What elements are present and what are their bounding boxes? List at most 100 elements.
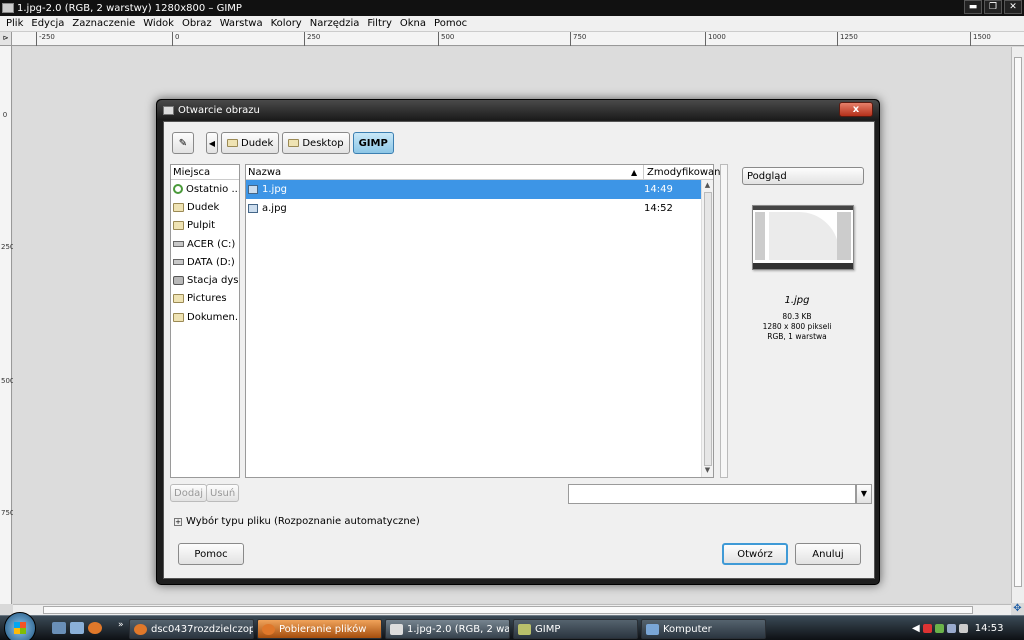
network-drive-icon [173, 276, 184, 286]
thumbnail-part [769, 212, 839, 260]
menu-widok[interactable]: Widok [143, 18, 174, 29]
volume-icon[interactable] [958, 624, 968, 633]
menu-plik[interactable]: Plik [6, 18, 23, 29]
preview-mode: RGB, 1 warstwa [767, 332, 827, 341]
place-acer-c[interactable]: ACER (C:) [171, 235, 239, 253]
tray-expand-icon[interactable]: ◀ [912, 623, 920, 634]
arrow-left-icon: ◀ [208, 138, 216, 148]
folder-icon [227, 139, 238, 147]
ruler-tick: -250 [36, 32, 55, 46]
menu-zaznaczenie[interactable]: Zaznaczenie [72, 18, 135, 29]
open-button[interactable]: Otwórz [722, 543, 788, 565]
preview-toggle-button[interactable]: Podgląd [742, 167, 864, 185]
ruler-tick: 250 [304, 32, 320, 46]
ruler-tick: 250 [1, 243, 15, 251]
task-dsc0437[interactable]: dsc0437rozdzielczop... [129, 619, 254, 639]
place-dudek[interactable]: Dudek [171, 198, 239, 216]
menu-okna[interactable]: Okna [400, 18, 426, 29]
filename-input[interactable] [568, 484, 856, 504]
folder-icon [173, 294, 184, 304]
switch-windows-icon[interactable] [70, 622, 84, 634]
task-downloads[interactable]: Pobieranie plików [257, 619, 382, 639]
file-name: a.jpg [262, 203, 287, 214]
more-quicklaunch-icon[interactable]: » [118, 620, 124, 630]
menu-edycja[interactable]: Edycja [31, 18, 64, 29]
network-icon[interactable] [946, 624, 956, 633]
vertical-scrollbar[interactable] [1011, 47, 1024, 603]
menu-obraz[interactable]: Obraz [182, 18, 212, 29]
task-label: Komputer [663, 623, 712, 635]
task-gimp[interactable]: GIMP [513, 619, 638, 639]
ruler-tick: 750 [1, 509, 15, 517]
show-desktop-icon[interactable] [52, 622, 66, 634]
scroll-up-icon[interactable]: ▲ [703, 181, 712, 191]
column-modified-header[interactable]: Zmodyfikowany [643, 165, 726, 180]
scroll-thumb[interactable] [704, 192, 712, 466]
menu-narzedzia[interactable]: Narzędzia [310, 18, 360, 29]
horizontal-ruler[interactable]: -250 0 250 500 750 1000 1250 1500 [0, 32, 1024, 46]
horizontal-scrollbar[interactable] [13, 604, 1011, 615]
breadcrumb-label: GIMP [358, 137, 388, 149]
place-pulpit[interactable]: Pulpit [171, 217, 239, 235]
add-place-button[interactable]: Dodaj [170, 484, 208, 502]
scroll-thumb[interactable] [1014, 57, 1022, 587]
dialog-title-bar: Otwarcie obrazu [157, 100, 879, 120]
task-label: 1.jpg-2.0 (RGB, 2 wa... [407, 623, 510, 635]
folder-icon [173, 202, 184, 212]
file-row[interactable]: a.jpg 14:52 [246, 199, 713, 218]
path-bar: ✎ ◀ Dudek Desktop GIMP [172, 132, 397, 154]
minimize-button[interactable]: ▬ [964, 0, 982, 14]
menu-warstwa[interactable]: Warstwa [220, 18, 263, 29]
system-tray: ◀ 14:53 [908, 616, 1024, 640]
breadcrumb-dudek[interactable]: Dudek [221, 132, 280, 154]
quick-mask-toggle[interactable]: ⊳ [0, 32, 12, 46]
clock[interactable]: 14:53 [975, 623, 1004, 634]
folder-icon [288, 139, 300, 147]
place-documents[interactable]: Dokumen... [171, 308, 239, 326]
menu-filtry[interactable]: Filtry [367, 18, 392, 29]
close-window-button[interactable]: ✕ [1004, 0, 1022, 14]
task-gimp-image[interactable]: 1.jpg-2.0 (RGB, 2 wa... [385, 619, 510, 639]
menu-pomoc[interactable]: Pomoc [434, 18, 467, 29]
scroll-down-icon[interactable]: ▼ [703, 466, 712, 476]
place-data-d[interactable]: DATA (D:) [171, 253, 239, 271]
file-list-header: Nazwa ▲ Zmodyfikowany [246, 165, 726, 180]
place-pictures[interactable]: Pictures [171, 290, 239, 308]
start-button[interactable] [4, 612, 36, 640]
gimp-icon [518, 623, 531, 635]
security-icon[interactable] [922, 624, 932, 633]
dialog-close-button[interactable]: x [839, 102, 873, 117]
scroll-thumb[interactable] [43, 606, 973, 614]
column-name-header[interactable]: Nazwa [248, 165, 281, 180]
task-computer[interactable]: Komputer [641, 619, 766, 639]
type-location-button[interactable]: ✎ [172, 132, 194, 154]
update-icon[interactable] [934, 624, 944, 633]
place-label: ACER (C:) [187, 238, 236, 250]
image-window-icon [390, 623, 403, 635]
file-list-scrollbar[interactable]: ▲ ▼ [701, 180, 713, 477]
chevron-down-icon[interactable]: ▼ [856, 484, 872, 504]
window-title-bar: 1.jpg-2.0 (RGB, 2 warstwy) 1280x800 – GI… [0, 0, 1024, 16]
folder-icon [173, 312, 184, 322]
gimp-app-icon [2, 3, 14, 13]
firefox-icon[interactable] [88, 622, 102, 634]
computer-icon [646, 623, 659, 635]
file-row-selected[interactable]: 1.jpg 14:49 [246, 180, 713, 199]
maximize-button[interactable]: ❐ [984, 0, 1002, 14]
places-header[interactable]: Miejsca [171, 165, 239, 180]
vertical-ruler[interactable]: 0 250 500 750 [0, 46, 15, 604]
place-label: Ostatnio ... [186, 183, 239, 195]
breadcrumb-desktop[interactable]: Desktop [282, 132, 350, 154]
cancel-button[interactable]: Anuluj [795, 543, 861, 565]
path-back-button[interactable]: ◀ [206, 132, 218, 154]
ruler-tick: 750 [570, 32, 586, 46]
place-network-drive[interactable]: Stacja dys... [171, 271, 239, 289]
help-button[interactable]: Pomoc [178, 543, 244, 565]
remove-place-button[interactable]: Usuń [206, 484, 240, 502]
thumbnail-part [755, 212, 765, 260]
breadcrumb-gimp[interactable]: GIMP [352, 132, 394, 154]
place-recent[interactable]: Ostatnio ... [171, 180, 239, 198]
file-type-expander[interactable]: + Wybór typu pliku (Rozpoznanie automaty… [174, 516, 420, 527]
menu-kolory[interactable]: Kolory [271, 18, 302, 29]
navigate-icon[interactable]: ✥ [1011, 604, 1024, 615]
